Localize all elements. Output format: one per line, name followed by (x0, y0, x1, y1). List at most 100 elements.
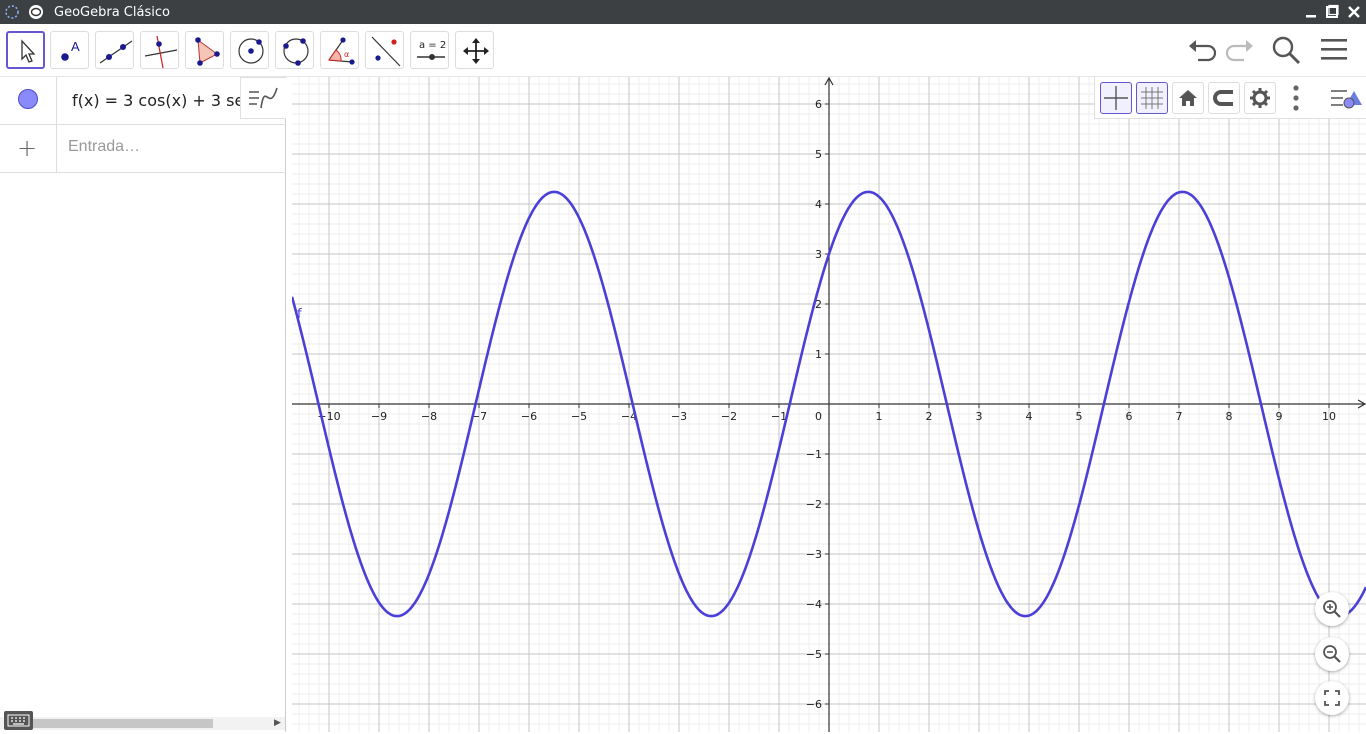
axes-toggle-icon (1104, 86, 1128, 110)
settings-gear-icon (1250, 88, 1270, 108)
style-bar-toggle-icon[interactable] (1327, 83, 1363, 113)
y-tick-label: −1 (806, 448, 822, 461)
geogebra-logo-icon (29, 5, 43, 19)
x-tick-label: 7 (1176, 410, 1183, 423)
home-icon (1179, 90, 1197, 106)
axes-toggle-button[interactable] (1100, 82, 1132, 114)
y-tick-label: 1 (815, 348, 822, 361)
undo-icon[interactable] (1186, 35, 1218, 65)
algebra-sort-icon (249, 87, 278, 109)
maximize-icon[interactable] (1323, 3, 1341, 21)
slider-tool[interactable]: a = 2 (410, 31, 449, 69)
y-tick-label: −6 (806, 698, 822, 711)
scroll-right-icon[interactable]: ▶ (274, 718, 281, 728)
point-capture-icon (1213, 90, 1233, 106)
zoom-out-button[interactable] (1315, 637, 1349, 671)
visibility-marble-icon[interactable] (18, 89, 38, 109)
circle-tool[interactable] (230, 31, 269, 69)
graphics-settings-button[interactable] (1244, 82, 1276, 114)
graphics-style-bar (1094, 77, 1366, 119)
search-icon[interactable] (1270, 35, 1302, 65)
polygon-icon (195, 37, 220, 66)
x-tick-label: 10 (1322, 410, 1336, 423)
x-tick-label: 6 (1126, 410, 1133, 423)
graphics-view[interactable]: −10 −9 −8 −7 −6 −5 −4 −3 −2 −1 1 2 3 4 5 6 7 8 9 10 −6 −5 −4 −3… (292, 77, 1366, 732)
point-icon: A (61, 39, 80, 61)
angle-tool[interactable]: α (320, 31, 359, 69)
fullscreen-icon (1324, 690, 1340, 706)
y-tick-label: −3 (806, 548, 822, 561)
x-tick-label: −9 (371, 410, 387, 423)
x-tick-label: 3 (976, 410, 983, 423)
grid-toggle-icon (1141, 87, 1163, 109)
plus-icon[interactable]: + (17, 134, 37, 162)
x-tick-label: 8 (1226, 410, 1233, 423)
algebra-horizontal-scrollbar[interactable]: ▶ (0, 717, 285, 730)
function-label[interactable]: f (297, 307, 302, 322)
more-vert-icon[interactable] (1288, 83, 1304, 113)
perpendicular-line-tool[interactable] (140, 31, 179, 69)
zoom-out-icon (1323, 645, 1341, 663)
algebra-item-f[interactable]: f(x) = 3 cos(x) + 3 sen(x) (0, 77, 286, 125)
point-tool[interactable]: A (50, 31, 89, 69)
standard-view-button[interactable] (1172, 82, 1204, 114)
algebra-view: f(x) = 3 cos(x) + 3 sen(x) + Entrada… ▶ (0, 77, 286, 732)
algebra-input[interactable]: Entrada… (68, 138, 140, 156)
line-tool[interactable] (95, 31, 134, 69)
x-tick-label: −3 (671, 410, 687, 423)
svg-text:α: α (344, 50, 349, 59)
perpendicular-icon (144, 35, 178, 69)
move-tool[interactable] (6, 31, 45, 69)
move-graphics-tool[interactable] (455, 31, 494, 69)
y-tick-label: 6 (815, 98, 822, 111)
cursor-arrow-icon (21, 39, 36, 63)
polygon-tool[interactable] (185, 31, 224, 69)
keyboard-icon (7, 714, 30, 727)
x-tick-label: −6 (521, 410, 537, 423)
origin-label: 0 (815, 410, 822, 423)
y-tick-label: −2 (806, 498, 822, 511)
x-tick-label: −5 (571, 410, 587, 423)
reflect-icon (371, 36, 401, 67)
scrollbar-thumb[interactable] (10, 719, 213, 728)
point-capture-button[interactable] (1208, 82, 1240, 114)
window-title: GeoGebra Clásico (54, 4, 170, 20)
y-tick-label: −5 (806, 648, 822, 661)
line-icon (99, 40, 133, 64)
x-tick-label: 4 (1026, 410, 1033, 423)
menu-icon[interactable] (1318, 35, 1350, 65)
y-tick-label: −4 (806, 598, 822, 611)
toolbar: A α a = 2 (0, 24, 1366, 77)
reflect-tool[interactable] (365, 31, 404, 69)
keyboard-toggle-button[interactable] (4, 711, 33, 730)
fullscreen-button[interactable] (1315, 681, 1349, 715)
input-icon-column: + (0, 125, 57, 172)
title-bar: GeoGebra Clásico (0, 0, 1366, 24)
circle-three-points-icon (283, 38, 309, 66)
minimize-icon[interactable] (1302, 3, 1320, 21)
angle-icon: α (328, 37, 355, 65)
zoom-in-icon (1323, 600, 1341, 618)
y-tick-label: 5 (815, 148, 822, 161)
x-tick-label: −2 (721, 410, 737, 423)
svg-text:A: A (71, 39, 80, 54)
x-tick-label: 5 (1076, 410, 1083, 423)
function-formula[interactable]: f(x) = 3 cos(x) + 3 sen(x) (72, 91, 240, 110)
y-tick-label: 3 (815, 248, 822, 261)
algebra-input-row[interactable]: + Entrada… (0, 125, 286, 173)
circle-center-icon (238, 38, 264, 64)
system-menu-icon[interactable] (4, 4, 20, 20)
graphics-canvas[interactable]: −10 −9 −8 −7 −6 −5 −4 −3 −2 −1 1 2 3 4 5 6 7 8 9 10−6−5−4−3… (292, 77, 1366, 732)
algebra-style-bar-button[interactable] (240, 77, 286, 119)
slider-icon: a = 2 (417, 40, 446, 60)
slider-tool-label: a = 2 (419, 40, 446, 51)
zoom-in-button[interactable] (1315, 592, 1349, 626)
x-tick-label: 1 (876, 410, 883, 423)
redo-icon[interactable] (1224, 35, 1256, 65)
circle-three-points-tool[interactable] (275, 31, 314, 69)
y-tick-label: 4 (815, 198, 822, 211)
x-tick-label: 2 (926, 410, 933, 423)
close-icon[interactable] (1345, 3, 1363, 21)
x-tick-label: 9 (1276, 410, 1283, 423)
grid-toggle-button[interactable] (1136, 82, 1168, 114)
